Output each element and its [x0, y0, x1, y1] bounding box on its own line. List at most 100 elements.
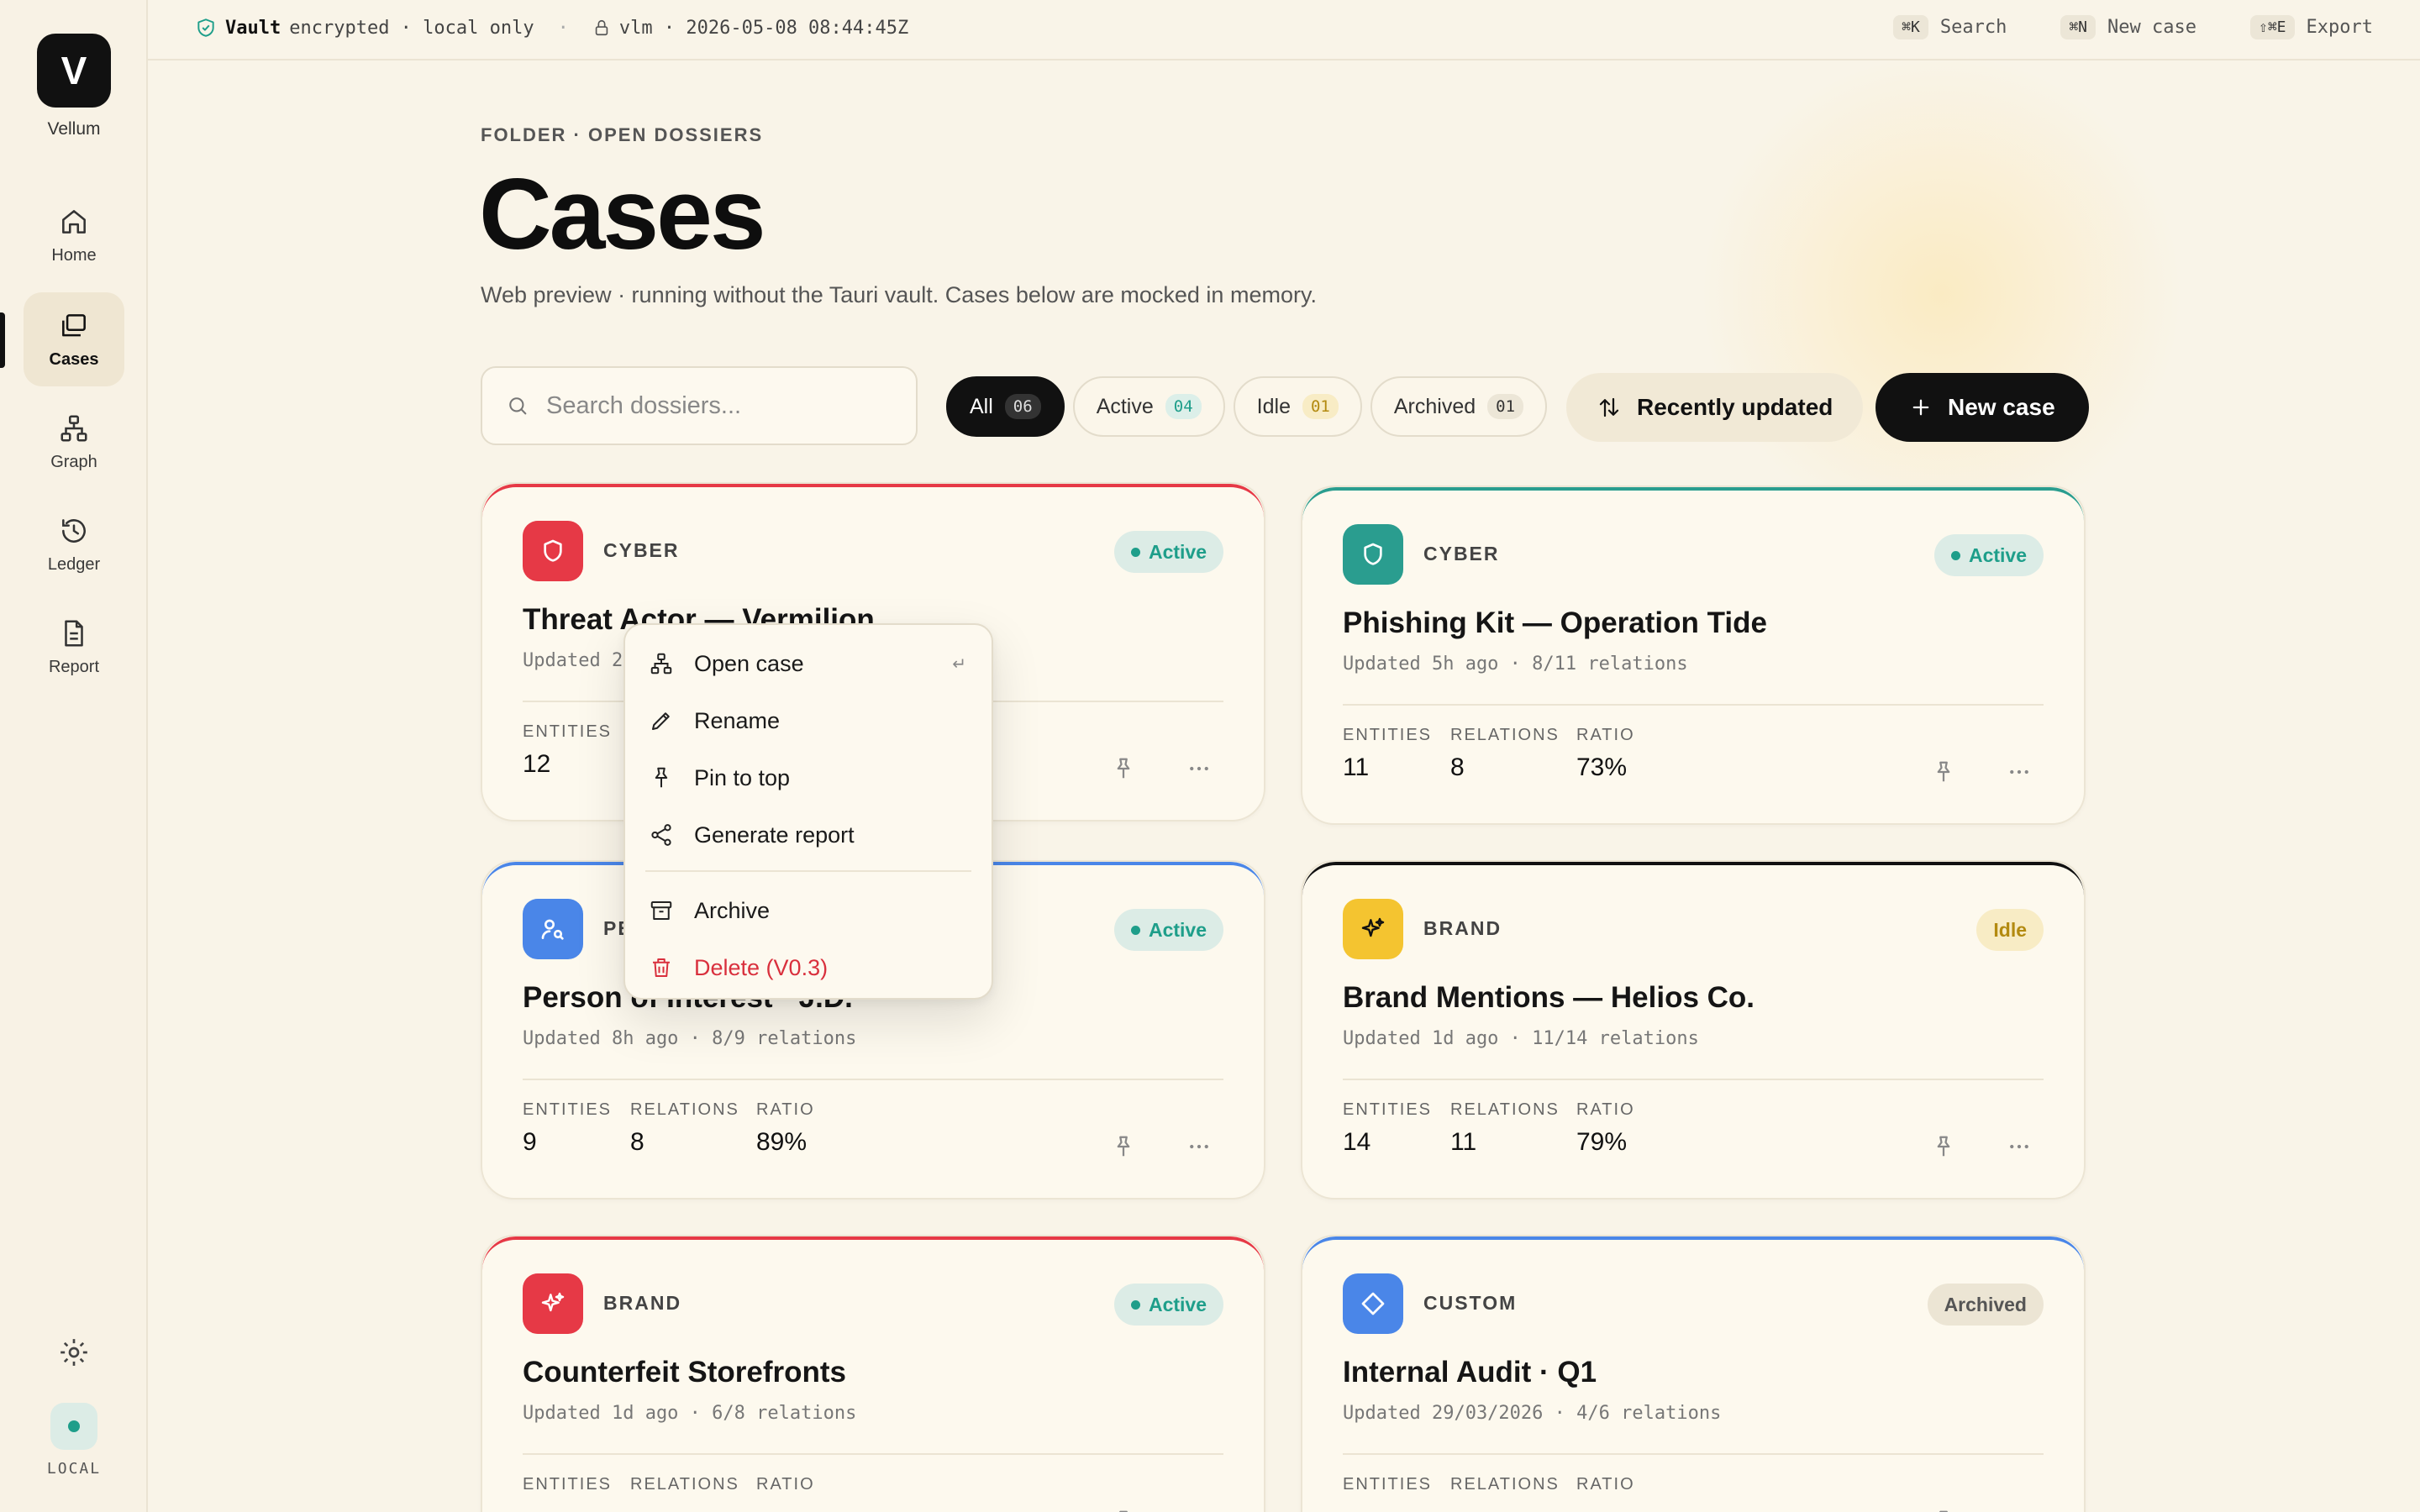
- sparkle-icon: [541, 1292, 565, 1312]
- vault-status: Vault encrypted · local only · vlm · 202…: [195, 17, 908, 39]
- divider: [1343, 704, 2044, 706]
- filter-active[interactable]: Active 04: [1072, 376, 1225, 437]
- shield-check-icon: [197, 18, 214, 37]
- sidebar-item-report[interactable]: Report: [24, 600, 124, 694]
- pin-icon[interactable]: [1931, 759, 1956, 785]
- case-meta: Updated 1d ago · 11/14 relations: [1343, 1028, 1699, 1049]
- sidebar-item-home[interactable]: Home: [24, 188, 124, 282]
- divider: [523, 1453, 1223, 1455]
- sidebar: V Vellum Home Cases Graph Ledger Report …: [0, 0, 148, 1512]
- app-name: Vellum: [47, 119, 101, 139]
- export-shortcut-key: ⇧⌘E: [2250, 15, 2295, 39]
- page-title: Cases: [479, 158, 766, 270]
- entities-stat: ENTITIES 12: [523, 722, 613, 778]
- case-card[interactable]: BRAND Idle Brand Mentions — Helios Co. U…: [1301, 860, 2086, 1200]
- category-icon-box: [1343, 1273, 1403, 1334]
- menu-item-delete[interactable]: Delete (V0.3): [625, 939, 992, 996]
- menu-item-archive[interactable]: Archive: [625, 882, 992, 939]
- menu-item-pin-to-top[interactable]: Pin to top: [625, 749, 992, 806]
- archive-icon: [650, 901, 672, 920]
- lock-icon: [595, 19, 608, 36]
- search-box[interactable]: [481, 366, 918, 445]
- status-badge: Archived: [1927, 1284, 2044, 1326]
- menu-item-generate-report[interactable]: Generate report: [625, 806, 992, 864]
- relations-stat: RELATIONS: [1450, 1475, 1560, 1494]
- case-category: BRAND: [603, 1292, 682, 1314]
- more-icon[interactable]: [1185, 756, 1213, 781]
- sidebar-item-ledger[interactable]: Ledger: [24, 497, 124, 591]
- case-title: Internal Audit · Q1: [1343, 1356, 1597, 1389]
- entities-stat: ENTITIES: [1343, 1475, 1433, 1494]
- relations-stat: RELATIONS 8: [1450, 726, 1560, 781]
- relations-stat: RELATIONS 11: [1450, 1100, 1560, 1156]
- enter-shortcut: ↵: [952, 654, 966, 674]
- status-filters: All 06 Active 04 Idle 01 Archived 01: [946, 376, 1548, 437]
- local-label: LOCAL: [46, 1460, 102, 1478]
- graph-icon: [60, 414, 87, 442]
- home-icon: [62, 209, 86, 234]
- filter-all[interactable]: All 06: [946, 376, 1065, 437]
- accent-line: [1302, 487, 2084, 521]
- menu-item-open-case[interactable]: Open case ↵: [625, 635, 992, 692]
- ratio-stat: RATIO: [1576, 1475, 1635, 1494]
- more-icon[interactable]: [1185, 1134, 1213, 1159]
- new-case-button[interactable]: New case: [1876, 373, 2089, 442]
- pin-icon[interactable]: [1111, 1134, 1136, 1159]
- search-icon: [509, 397, 527, 415]
- case-card[interactable]: BRAND Active Counterfeit Storefronts Upd…: [481, 1235, 1265, 1512]
- sidebar-item-graph[interactable]: Graph: [24, 395, 124, 489]
- shield-icon: [1364, 543, 1382, 565]
- accent-line: [482, 1236, 1264, 1270]
- new-case-shortcut[interactable]: New case: [2107, 17, 2196, 38]
- filter-count: 06: [1004, 394, 1041, 419]
- folders-icon: [62, 313, 86, 336]
- pin-icon[interactable]: [1111, 1509, 1136, 1512]
- divider: [1343, 1453, 2044, 1455]
- sidebar-item-cases[interactable]: Cases: [24, 292, 124, 386]
- entities-stat: ENTITIES 11: [1343, 726, 1433, 781]
- menu-item-rename[interactable]: Rename: [625, 692, 992, 749]
- more-icon[interactable]: [2005, 759, 2033, 785]
- category-icon-box: [1343, 524, 1403, 585]
- local-status-indicator[interactable]: [50, 1403, 97, 1450]
- sort-button[interactable]: Recently updated: [1566, 373, 1864, 442]
- filter-count: 04: [1165, 394, 1202, 419]
- ratio-stat: RATIO 79%: [1576, 1100, 1635, 1156]
- pin-icon[interactable]: [1931, 1134, 1956, 1159]
- more-icon[interactable]: [1185, 1509, 1213, 1512]
- status-badge: Active: [1113, 909, 1223, 951]
- case-card[interactable]: CYBER Active Phishing Kit — Operation Ti…: [1301, 486, 2086, 825]
- divider: [523, 1079, 1223, 1080]
- filter-archived[interactable]: Archived 01: [1370, 376, 1548, 437]
- filter-idle[interactable]: Idle 01: [1233, 376, 1362, 437]
- page-subtitle: Web preview · running without the Tauri …: [481, 282, 1317, 307]
- trash-icon: [653, 958, 670, 977]
- case-card[interactable]: CUSTOM Archived Internal Audit · Q1 Upda…: [1301, 1235, 2086, 1512]
- active-nav-indicator: [0, 312, 5, 368]
- diamond-icon: [1361, 1292, 1385, 1315]
- case-category: CUSTOM: [1423, 1292, 1518, 1314]
- export-shortcut[interactable]: Export: [2307, 17, 2373, 38]
- filter-count: 01: [1487, 394, 1524, 419]
- pin-icon[interactable]: [1931, 1509, 1956, 1512]
- sparkle-icon: [1361, 917, 1385, 937]
- entities-stat: ENTITIES 9: [523, 1100, 613, 1156]
- search-shortcut[interactable]: Search: [1940, 17, 2007, 38]
- more-icon[interactable]: [2005, 1134, 2033, 1159]
- search-input[interactable]: [546, 391, 882, 420]
- case-category: CYBER: [603, 539, 680, 561]
- pin-icon[interactable]: [1111, 756, 1136, 781]
- more-icon[interactable]: [2005, 1509, 2033, 1512]
- shield-icon: [544, 539, 562, 562]
- plus-icon: [1912, 399, 1929, 416]
- relations-stat: RELATIONS 8: [630, 1100, 739, 1156]
- accent-line: [482, 484, 1264, 517]
- divider: [1343, 1079, 2044, 1080]
- graph-icon: [650, 653, 672, 675]
- app-logo[interactable]: V: [37, 34, 111, 108]
- filter-count: 01: [1302, 394, 1339, 419]
- category-icon-box: [523, 521, 583, 581]
- status-dot: [68, 1420, 80, 1432]
- ratio-stat: RATIO 89%: [756, 1100, 815, 1156]
- gear-icon[interactable]: [57, 1336, 91, 1369]
